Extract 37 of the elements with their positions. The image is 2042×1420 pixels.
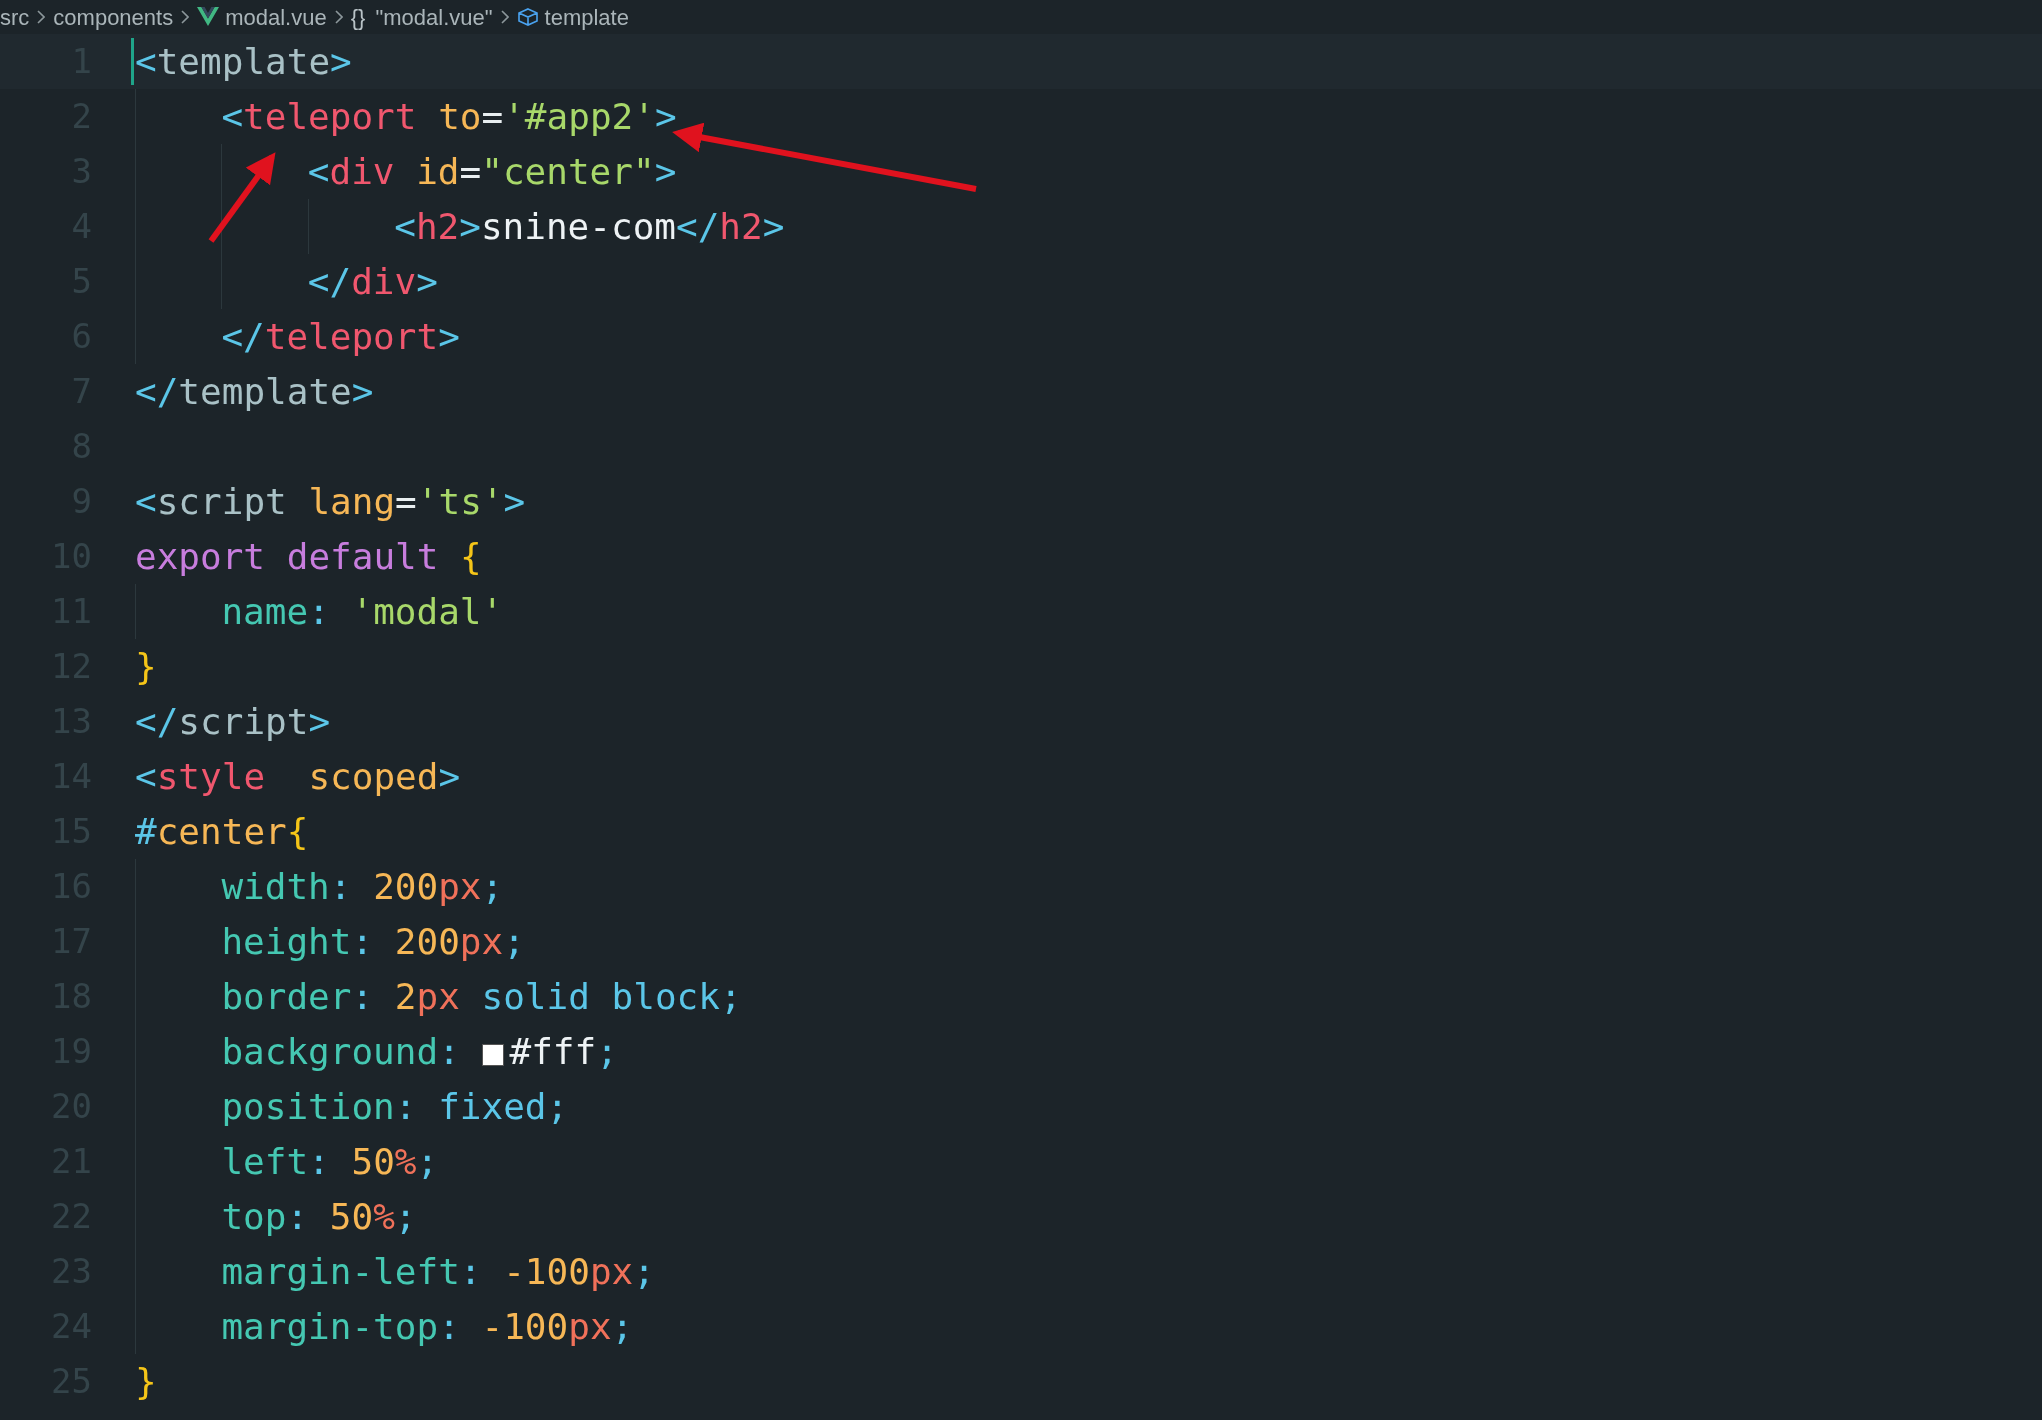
breadcrumb-item[interactable]: template	[544, 0, 629, 34]
code-line: name: 'modal'	[221, 590, 504, 634]
code-line: <div id="center">	[307, 150, 677, 194]
chevron-right-icon	[500, 10, 509, 24]
text-cursor	[131, 38, 134, 85]
code-line: top: 50%;	[221, 1195, 417, 1239]
code-line: <teleport to='#app2'>	[221, 95, 677, 139]
code-line: border: 2px solid block;	[221, 975, 742, 1019]
code-line: #center{	[135, 810, 309, 854]
code-line: background: #fff;	[221, 1030, 618, 1074]
code-line: <template>	[135, 40, 352, 84]
code-line: <script lang='ts'>	[135, 480, 526, 524]
code-line: left: 50%;	[221, 1140, 439, 1184]
breadcrumb-item[interactable]: src	[0, 0, 30, 34]
chevron-right-icon	[334, 10, 343, 24]
code-line: </teleport>	[221, 315, 460, 359]
code-line: <style scoped>	[135, 755, 461, 799]
chevron-right-icon	[37, 10, 46, 24]
code-line: position: fixed;	[221, 1085, 569, 1129]
vue-logo-icon	[197, 7, 220, 27]
code-line: </template>	[135, 370, 374, 414]
breadcrumb-item[interactable]: modal.vue	[225, 0, 327, 34]
code-line: width: 200px;	[221, 865, 504, 909]
code-line: height: 200px;	[221, 920, 525, 964]
chevron-right-icon	[181, 10, 190, 24]
braces-icon: {}	[350, 0, 366, 34]
code-line: }	[135, 1360, 157, 1404]
code-line: }	[135, 645, 157, 689]
cube-icon	[516, 7, 539, 27]
code-line: margin-left: -100px;	[221, 1250, 655, 1294]
code-line: <h2>snine-com</h2>	[394, 205, 785, 249]
code-line: margin-top: -100px;	[221, 1305, 634, 1349]
code-line: </div>	[307, 260, 438, 304]
code-line: </script>	[135, 700, 331, 744]
breadcrumb-item[interactable]: "modal.vue"	[375, 0, 493, 34]
breadcrumb-item[interactable]: components	[53, 0, 174, 34]
code-line: export default {	[135, 535, 482, 579]
